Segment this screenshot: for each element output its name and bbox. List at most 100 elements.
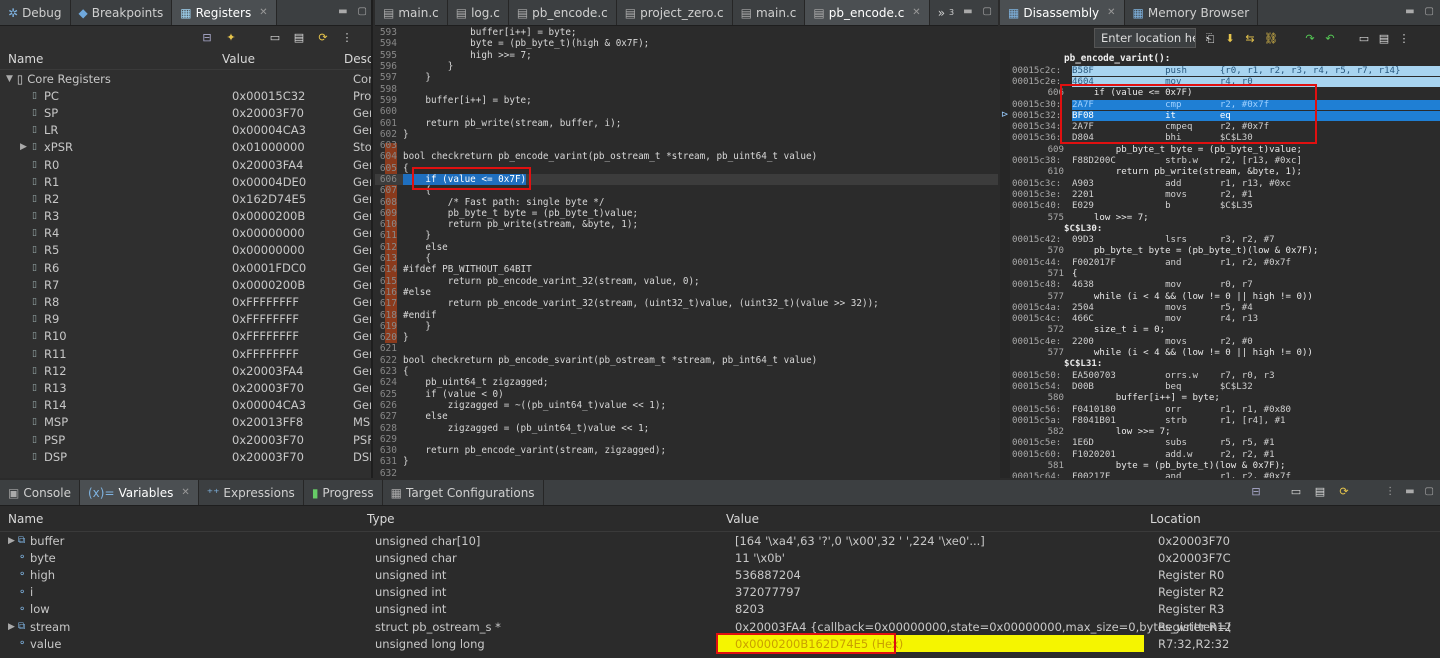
code-line[interactable]: 630 return pb_encode_varint(stream, zigz… — [375, 445, 998, 456]
tab-overflow[interactable]: » 3 — [930, 0, 962, 25]
register-row[interactable]: ▯ R1 0x00004DE0 Ger — [0, 173, 373, 190]
register-row[interactable]: ▯ SP 0x20003F70 Ger — [0, 104, 373, 121]
register-value[interactable]: 0x20003F70 — [232, 450, 304, 464]
register-group[interactable]: ▼ ▯ Core Registers Cor — [0, 70, 373, 87]
register-value[interactable]: 0x00000000 — [232, 226, 305, 240]
disassembly-listing[interactable]: 00015c2c: B58F push {r0, r1, r2, r3, r4, … — [1012, 65, 1440, 478]
code-line[interactable]: 597 } — [375, 72, 998, 83]
register-value[interactable]: 0x00004CA3 — [232, 123, 306, 137]
code-line[interactable]: 612 else — [375, 242, 998, 253]
code-line[interactable]: 616 #else — [375, 287, 998, 298]
code-line[interactable]: 629 — [375, 434, 998, 445]
register-row[interactable]: ▯ R11 0xFFFFFFFF Ger — [0, 345, 373, 362]
disasm-line[interactable]: 580 buffer[i++] = byte; — [1012, 393, 1440, 404]
code-line[interactable]: 613 { — [375, 253, 998, 264]
variable-row[interactable]: ▶ ⧉ buffer unsigned char[10] [164 '\xa4',63 … — [0, 532, 1440, 549]
disasm-line[interactable]: 00015c5e: 1E6D subs r5, r5, #1 — [1012, 438, 1440, 449]
disasm-line[interactable]: 581 byte = (pb_byte_t)(low & 0x7F); — [1012, 460, 1440, 471]
tab-pb-encode-c[interactable]: ▤ pb_encode.c — [509, 0, 617, 25]
disasm-line[interactable]: 609 pb_byte_t byte = (pb_byte_t)value; — [1012, 144, 1440, 155]
code-line[interactable]: 594 byte = (pb_byte_t)(high & 0x7F); — [375, 38, 998, 49]
disasm-line[interactable]: 00015c4a: 2504 movs r5, #4 — [1012, 302, 1440, 313]
code-line[interactable]: 621 — [375, 343, 998, 354]
code-line[interactable]: 627 else — [375, 411, 998, 422]
tab-log-c[interactable]: ▤ log.c — [448, 0, 509, 25]
chevron-right-icon[interactable]: ▶ — [8, 536, 15, 546]
tab-memory-browser[interactable]: ▦ Memory Browser — [1125, 0, 1259, 25]
disasm-line[interactable]: 00015c50: EA500703 orrs.w r7, r0, r3 — [1012, 370, 1440, 381]
disasm-line[interactable]: 00015c54: D00B beq $C$L32 — [1012, 381, 1440, 392]
code-line[interactable]: 632 — [375, 468, 998, 478]
maximize-icon[interactable]: ▢ — [1425, 6, 1434, 17]
location-input[interactable]: Enter location here — [1094, 28, 1196, 48]
register-row[interactable]: ▯ R12 0x20003FA4 Ger — [0, 362, 373, 379]
variable-value[interactable]: 372077797 — [735, 585, 801, 599]
disasm-line[interactable]: 00015c32: BF08 it eq — [1012, 110, 1440, 121]
disasm-line[interactable]: 610 return pb_write(stream, &byte, 1); — [1012, 167, 1440, 178]
code-line[interactable]: 626 zigzagged = ~((pb_uint64_t)value << … — [375, 400, 998, 411]
code-line[interactable]: 608 /* Fast path: single byte */ — [375, 196, 998, 208]
minimize-icon[interactable]: ▬ — [963, 6, 972, 17]
register-value[interactable]: 0x20003F70 — [232, 106, 304, 120]
register-value[interactable]: 0x162D74E5 — [232, 192, 306, 206]
register-value[interactable]: 0x00000000 — [232, 243, 305, 257]
variable-row[interactable]: ▶ ⧉ stream struct pb_ostream_s * 0x20003FA4 … — [0, 618, 1440, 635]
tab-console[interactable]: ▣ Console — [0, 480, 80, 505]
register-row[interactable]: ▯ DSP 0x20003F70 DSF — [0, 448, 373, 465]
format-icon[interactable]: ✦ — [225, 32, 237, 43]
disasm-line[interactable]: $C$L30: — [1012, 223, 1440, 234]
maximize-icon[interactable]: ▢ — [983, 6, 992, 17]
code-editor[interactable]: 593 buffer[i++] = byte; 594 byte = (pb_by… — [375, 26, 998, 478]
register-value[interactable]: 0xFFFFFFFF — [232, 295, 299, 309]
variable-row[interactable]: ⚬ byte unsigned char 11 '\x0b' 0x20003F7C — [0, 549, 1440, 566]
register-value[interactable]: 0x00004CA3 — [232, 398, 306, 412]
register-value[interactable]: 0x0000200B — [232, 278, 305, 292]
code-line[interactable]: 600 — [375, 106, 998, 117]
disasm-line[interactable]: 582 low >>= 7; — [1012, 427, 1440, 438]
disasm-line[interactable]: 00015c3c: A903 add r1, r13, #0xc — [1012, 178, 1440, 189]
register-row[interactable]: ▯ PSP 0x20003F70 PSF — [0, 431, 373, 448]
disasm-line[interactable]: 00015c48: 4638 mov r0, r7 — [1012, 280, 1440, 291]
code-line[interactable]: 596 } — [375, 61, 998, 72]
code-line[interactable]: 618 #endif — [375, 309, 998, 321]
code-line[interactable]: 610 return pb_write(stream, &byte, 1); — [375, 219, 998, 230]
code-line[interactable]: 623 { — [375, 366, 998, 377]
go-icon[interactable]: ⎗ — [1204, 33, 1216, 44]
variable-value[interactable]: [164 '\xa4',63 '?',0 '\x00',32 ' ',224 '… — [735, 534, 985, 548]
variable-value[interactable]: 0x0000200B162D74E5 (Hex) — [735, 637, 903, 651]
code-line[interactable]: 625 if (value < 0) — [375, 389, 998, 400]
refresh-icon[interactable]: ⟳ — [317, 32, 329, 43]
disasm-line[interactable]: 00015c30: 2A7F cmp r2, #0x7f — [1012, 99, 1440, 110]
disasm-line[interactable]: 00015c3e: 2201 movs r2, #1 — [1012, 189, 1440, 200]
code-line[interactable]: 615 return pb_encode_varint_32(stream, v… — [375, 276, 998, 287]
export-icon[interactable]: ▤ — [1378, 33, 1390, 44]
export-icon[interactable]: ▤ — [293, 32, 305, 43]
register-row[interactable]: ▯ R10 0xFFFFFFFF Ger — [0, 328, 373, 345]
code-line[interactable]: 606 if (value <= 0x7F) — [375, 173, 998, 186]
close-icon[interactable]: ✕ — [259, 7, 267, 18]
tab-project-zero-c[interactable]: ▤ project_zero.c — [617, 0, 733, 25]
minimize-icon[interactable]: ▬ — [338, 6, 347, 17]
disasm-line[interactable]: 572 size_t i = 0; — [1012, 325, 1440, 336]
minimize-icon[interactable]: ▬ — [1405, 6, 1414, 17]
chevron-down-icon[interactable]: ▼ — [6, 74, 13, 84]
register-value[interactable]: 0x00004DE0 — [232, 175, 306, 189]
disasm-line[interactable]: 00015c40: E029 b $C$L35 — [1012, 201, 1440, 212]
collapse-all-icon[interactable]: ⊟ — [1250, 486, 1262, 497]
new-group-icon[interactable]: ▭ — [1290, 486, 1302, 497]
register-row[interactable]: ▯ R13 0x20003F70 Ger — [0, 379, 373, 396]
disasm-line[interactable]: 00015c60: F1020201 add.w r2, r2, #1 — [1012, 449, 1440, 460]
sync-icon[interactable]: ⇆ — [1244, 33, 1256, 44]
step-icon[interactable]: ⬇ — [1224, 33, 1236, 44]
variable-value[interactable]: 11 '\x0b' — [735, 551, 785, 565]
register-row[interactable]: ▯ MSP 0x20013FF8 MSI — [0, 414, 373, 431]
code-line[interactable]: 602} — [375, 129, 998, 140]
tab-variables[interactable]: (x)= Variables ✕ — [79, 480, 199, 505]
code-line[interactable]: 614 #ifdef PB_WITHOUT_64BIT — [375, 264, 998, 275]
tab-target-configurations[interactable]: ▦ Target Configurations — [383, 480, 544, 505]
disasm-line[interactable]: 577 while (i < 4 && (low != 0 || high !=… — [1012, 291, 1440, 302]
register-value[interactable]: 0xFFFFFFFF — [232, 329, 299, 343]
register-row[interactable]: ▯ R4 0x00000000 Ger — [0, 225, 373, 242]
code-line[interactable]: 617 return pb_encode_varint_32(stream, (… — [375, 298, 998, 309]
tab-disassembly[interactable]: ▦ Disassembly ✕ — [1000, 0, 1125, 25]
